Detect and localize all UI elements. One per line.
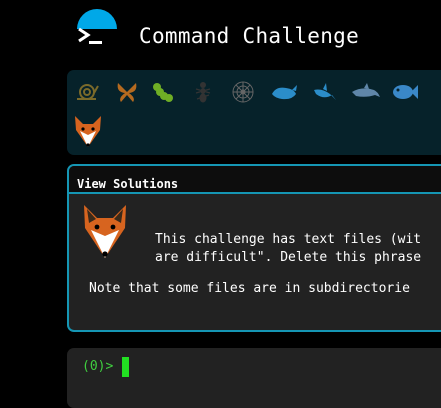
description-line-1: This challenge has text files (wit	[155, 232, 422, 247]
view-solutions-link[interactable]: View Solutions	[77, 177, 178, 191]
page-title: Command Challenge	[139, 24, 360, 48]
terminal-cursor[interactable]	[122, 357, 129, 377]
dolphin-icon[interactable]	[350, 80, 382, 104]
fox-icon[interactable]	[73, 114, 103, 148]
fish-icon[interactable]	[391, 80, 419, 104]
challenge-note: Note that some files are in subdirectori…	[89, 281, 410, 296]
shark-icon[interactable]	[312, 80, 338, 104]
creature-progress-bar	[67, 70, 441, 155]
challenge-panel: View Solutions This challenge has text f…	[67, 164, 441, 332]
terminal-icon	[78, 27, 102, 44]
description-line-2: are difficult". Delete this phrase	[155, 250, 422, 265]
panel-header: View Solutions	[69, 166, 441, 194]
spider-web-icon[interactable]	[231, 80, 255, 104]
butterfly-icon[interactable]	[115, 80, 139, 104]
snail-icon[interactable]	[75, 80, 99, 104]
terminal-input-area[interactable]: (0)>	[67, 348, 441, 408]
terminal-prompt: (0)>	[82, 359, 114, 374]
whale-icon[interactable]	[270, 80, 298, 104]
fox-avatar-icon	[84, 205, 126, 258]
challenge-description: This challenge has text files (wit are d…	[155, 231, 421, 267]
caterpillar-icon[interactable]	[152, 80, 176, 104]
ant-icon[interactable]	[191, 80, 215, 104]
